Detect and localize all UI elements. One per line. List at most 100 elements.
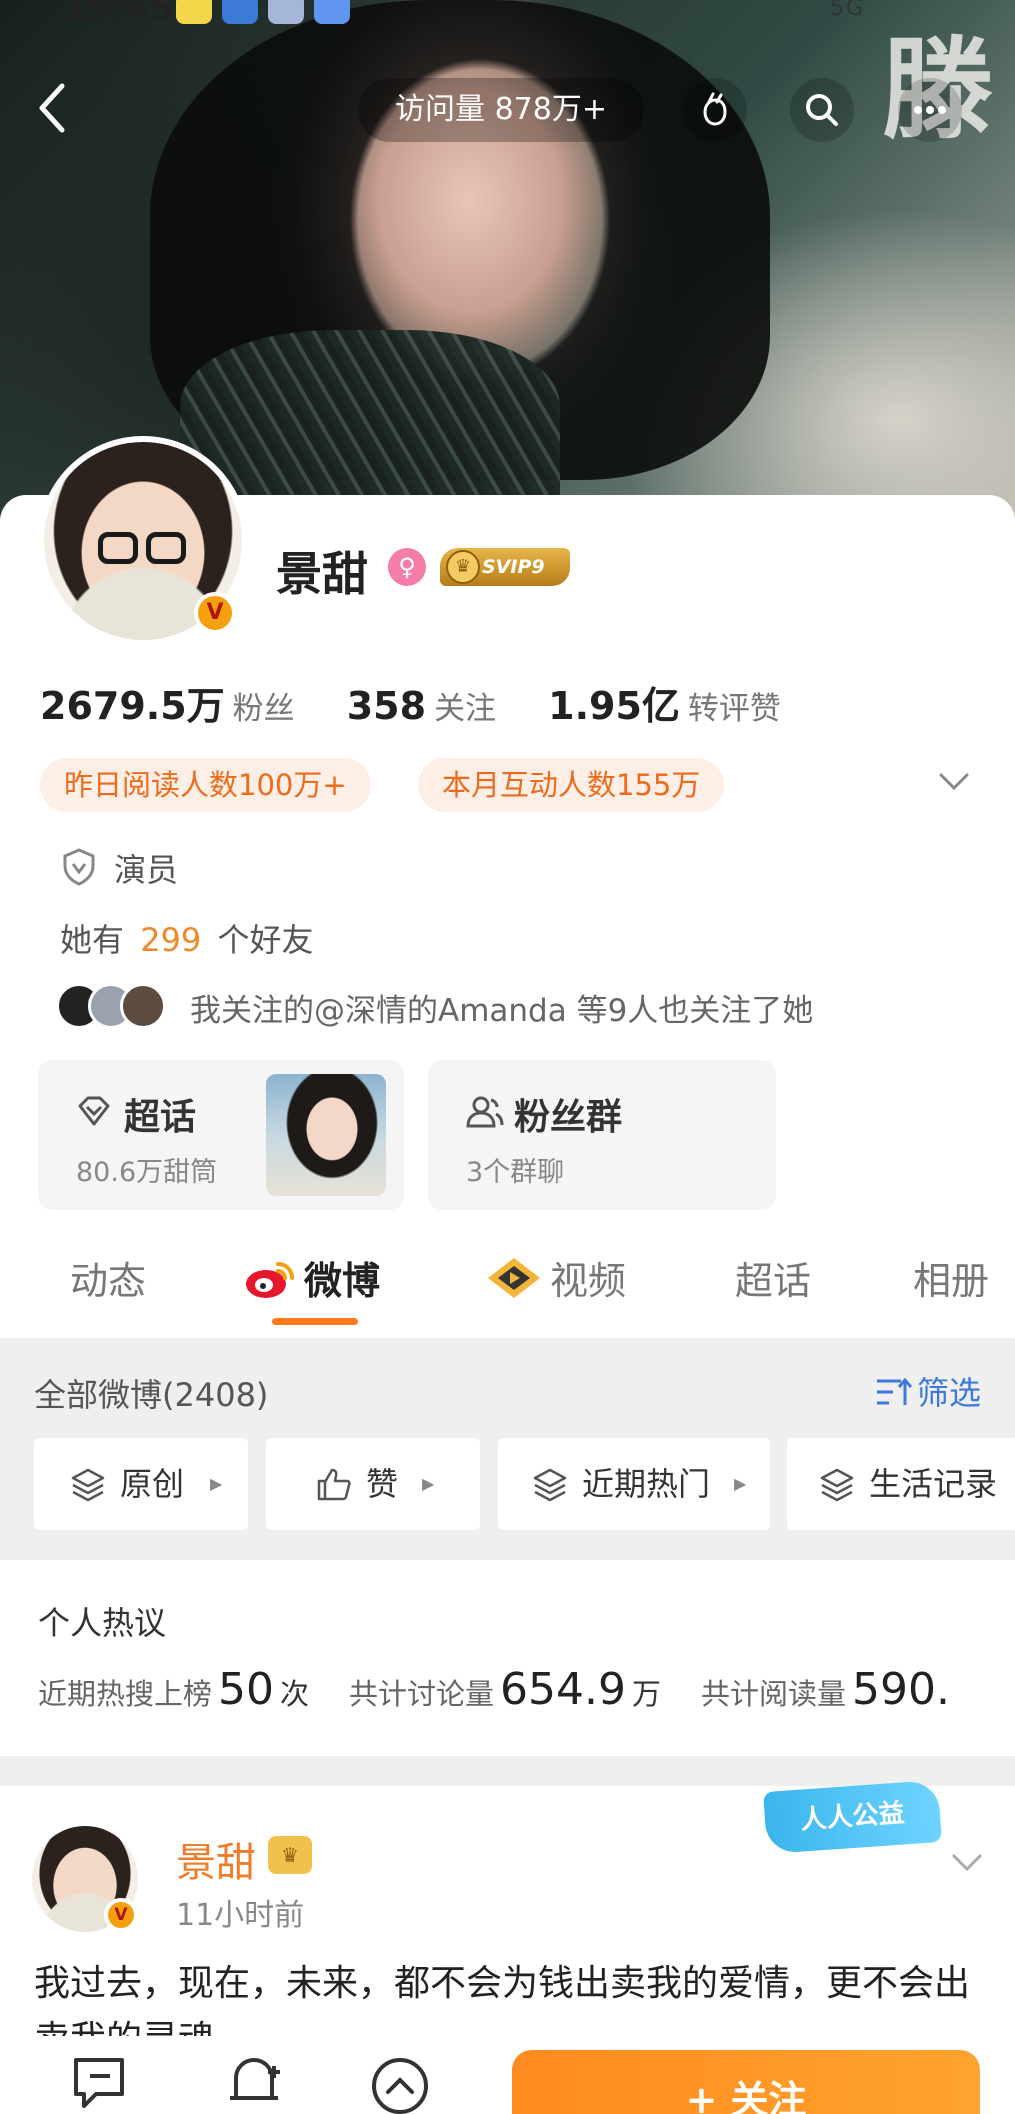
shield-icon <box>62 848 96 886</box>
notification-bell-icon[interactable] <box>222 2054 292 2114</box>
friends-count: 299 <box>140 921 202 959</box>
stat-value: 2679.5万 <box>40 684 225 728</box>
hot-stats-row: 近期热搜上榜 50 次 共计讨论量 654.9 万 共计阅读量 590. <box>38 1664 956 1715</box>
feature-subtitle: 3个群聊 <box>466 1157 565 1188</box>
all-weibo-count: 全部微博(2408) <box>34 1376 269 1414</box>
crown-icon: ♛ <box>268 1836 312 1874</box>
svip-label: SVIP9 <box>482 556 545 578</box>
mutual-follow-text[interactable]: 我关注的@深情的Amanda 等9人也关注了她 <box>190 985 813 1030</box>
mutual-avatar <box>120 983 166 1029</box>
chevron-down-icon[interactable] <box>937 765 971 799</box>
thumbs-up-icon <box>317 1468 351 1501</box>
layers-icon <box>533 1468 567 1502</box>
tab-super-topic[interactable]: 超话 <box>735 1250 811 1305</box>
hot-stat-label: 共计阅读量 <box>701 1677 847 1711</box>
section-divider <box>0 1756 1015 1786</box>
layers-icon <box>820 1468 854 1502</box>
follow-button[interactable]: + 关注 <box>512 2050 980 2114</box>
hot-stat-label: 近期热搜上榜 <box>38 1677 213 1711</box>
video-play-icon <box>488 1258 540 1298</box>
more-icon[interactable] <box>898 78 962 142</box>
super-topic-card[interactable]: 超话 80.6万甜筒 <box>38 1060 404 1210</box>
profile-tabs: 动态 微博 视频 超话 相册 <box>0 1238 1015 1338</box>
cover-collar-shape <box>180 330 560 520</box>
friends-suffix: 个好友 <box>217 921 314 959</box>
tab-label: 视频 <box>550 1259 627 1303</box>
crown-icon: ♛ <box>446 550 480 584</box>
fan-group-card[interactable]: 粉丝群 3个群聊 <box>428 1060 776 1210</box>
friends-prefix: 她有 <box>60 921 125 959</box>
chip-label: 生活记录 <box>869 1465 998 1503</box>
chat-icon[interactable] <box>70 2054 140 2114</box>
browser-app-icon <box>222 0 258 24</box>
chip-recent-hot[interactable]: 近期热门 ▶ <box>498 1438 770 1530</box>
weibo-logo-icon <box>246 1262 294 1298</box>
post-text[interactable]: 我过去，现在，未来，都不会为钱出卖我的爱情，更不会出卖我的灵魂 <box>34 1956 994 2042</box>
filter-label: 筛选 <box>916 1374 981 1412</box>
status-time: 19:45 <box>65 0 174 28</box>
tag-daily-readers[interactable]: 昨日阅读人数100万+ <box>40 758 371 812</box>
hot-stat-value: 654.9 <box>500 1664 627 1715</box>
feature-title: 超话 <box>124 1097 197 1138</box>
group-icon <box>464 1092 504 1132</box>
post-time: 11小时前 <box>176 1898 305 1933</box>
hot-title: 个人热议 <box>38 1604 167 1642</box>
post-author-name[interactable]: 景甜 <box>176 1830 256 1888</box>
tab-video[interactable]: 视频 <box>486 1250 626 1305</box>
chip-life-record[interactable]: 生活记录 <box>787 1438 1015 1530</box>
tab-weibo[interactable]: 微博 <box>244 1250 380 1305</box>
stat-value: 358 <box>346 684 427 728</box>
layers-icon <box>71 1468 105 1502</box>
svip-badge[interactable]: ♛ SVIP9 <box>440 548 570 586</box>
verified-badge-icon: V <box>194 592 236 634</box>
mutual-avatars[interactable] <box>56 983 168 1029</box>
tab-dynamics[interactable]: 动态 <box>70 1250 146 1305</box>
feature-subtitle: 80.6万甜筒 <box>76 1157 218 1188</box>
occupation-text: 演员 <box>114 851 179 889</box>
status-bar: 19:45 5G <box>0 0 1015 28</box>
charity-badge[interactable]: 人人公益 <box>763 1779 942 1855</box>
tab-album[interactable]: 相册 <box>913 1250 989 1305</box>
hot-stat-unit: 万 <box>632 1677 662 1711</box>
hot-stat-value: 590. <box>852 1664 951 1715</box>
friends-line[interactable]: 她有 299 个好友 <box>60 915 313 961</box>
chevron-down-icon[interactable] <box>950 1846 984 1880</box>
tag-monthly-interaction[interactable]: 本月互动人数155万 <box>418 758 725 812</box>
chip-original[interactable]: 原创 ▶ <box>34 1438 248 1530</box>
filter-button[interactable]: 筛选 <box>875 1368 981 1414</box>
hot-stat-value: 50 <box>218 1664 275 1715</box>
feature-title: 粉丝群 <box>514 1097 623 1138</box>
diamond-icon <box>74 1092 114 1132</box>
active-tab-indicator <box>272 1318 358 1325</box>
chip-liked[interactable]: 赞 ▶ <box>266 1438 480 1530</box>
caret-right-icon: ▶ <box>210 1474 223 1493</box>
profile-stats: 2679.5万 粉丝 358 关注 1.95亿 转评赞 <box>40 675 821 730</box>
profile-name: 景甜 <box>276 547 368 601</box>
hot-stat-label: 共计讨论量 <box>349 1677 495 1711</box>
collapse-up-icon[interactable] <box>366 2054 436 2114</box>
caret-right-icon: ▶ <box>422 1474 435 1493</box>
search-icon[interactable] <box>790 78 854 142</box>
filter-icon <box>876 1377 913 1405</box>
stat-engagement[interactable]: 1.95亿 转评赞 <box>548 675 781 730</box>
back-icon[interactable] <box>30 78 78 138</box>
verified-badge-icon: V <box>104 1898 138 1932</box>
chip-label: 原创 <box>120 1465 185 1503</box>
visit-count-pill[interactable]: 访问量 878万+ <box>358 78 644 142</box>
bottom-action-bar: + 关注 <box>0 2036 1015 2114</box>
interact-icon[interactable] <box>683 78 747 142</box>
caret-right-icon: ▶ <box>734 1474 747 1493</box>
stat-following[interactable]: 358 关注 <box>347 683 496 728</box>
glasses-shape <box>98 532 188 566</box>
weibo-app-icon <box>176 0 212 24</box>
profile-avatar[interactable]: V <box>38 436 248 646</box>
tab-label: 微博 <box>304 1259 381 1303</box>
chip-label: 赞 <box>366 1465 399 1503</box>
personal-hot-discussion: 个人热议 近期热搜上榜 50 次 共计讨论量 654.9 万 共计阅读量 590. <box>0 1560 1015 1756</box>
stat-label: 关注 <box>434 691 497 727</box>
stat-fans[interactable]: 2679.5万 粉丝 <box>40 675 295 730</box>
post-author-avatar[interactable]: V <box>32 1826 138 1932</box>
super-topic-thumbnail <box>266 1074 386 1196</box>
qq-app-icon <box>268 0 304 24</box>
message-app-icon <box>314 0 350 24</box>
